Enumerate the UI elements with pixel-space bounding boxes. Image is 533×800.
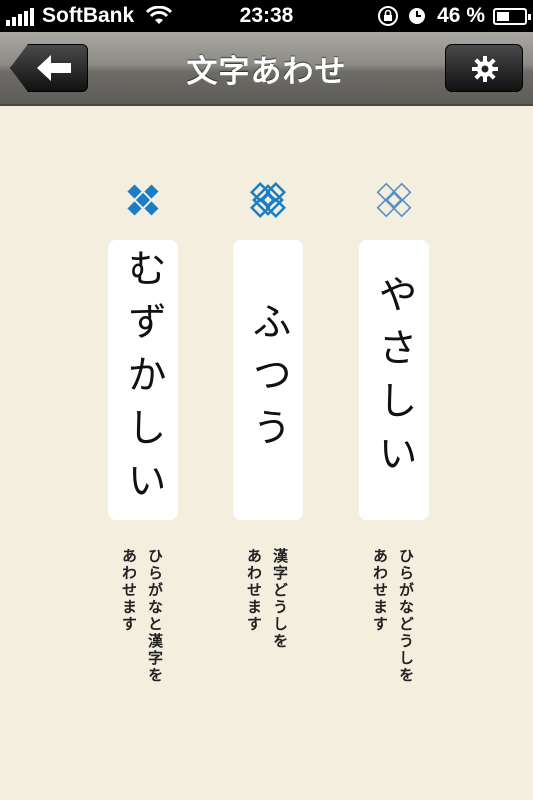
- battery-percent: 46 %: [437, 4, 485, 27]
- battery-level: [497, 11, 509, 21]
- level-label: むずかしい: [121, 247, 166, 513]
- level-easy[interactable]: やさしい ひらがなどうしを あわせます: [359, 180, 429, 684]
- nav-bar: 文字あわせ: [0, 32, 533, 106]
- level-card[interactable]: ふつう: [233, 240, 303, 520]
- diamond-outline-icon: [233, 180, 303, 230]
- gear-icon: [472, 56, 498, 82]
- level-card[interactable]: むずかしい: [108, 240, 178, 520]
- level-description: ひらがなと漢字を あわせます: [120, 548, 164, 684]
- status-right: 46 %: [377, 4, 531, 28]
- level-label: ふつう: [246, 300, 291, 460]
- level-description: ひらがなどうしを あわせます: [371, 548, 415, 684]
- diamond-solid-icon: [108, 180, 178, 230]
- battery-icon: [493, 7, 531, 25]
- diamond-light-icon: [359, 180, 429, 230]
- level-card[interactable]: やさしい: [359, 240, 429, 520]
- alarm-clock-icon: [409, 8, 426, 24]
- settings-button[interactable]: [445, 44, 523, 92]
- rotation-lock-icon: [378, 6, 399, 26]
- level-normal[interactable]: ふつう 漢字どうしを あわせます: [233, 180, 303, 650]
- level-difficult[interactable]: むずかしい ひらがなと漢字を あわせます: [108, 180, 178, 684]
- level-description: 漢字どうしを あわせます: [245, 548, 289, 650]
- level-label: やさしい: [372, 274, 417, 486]
- status-bar: SoftBank 23:38 46 %: [0, 0, 533, 32]
